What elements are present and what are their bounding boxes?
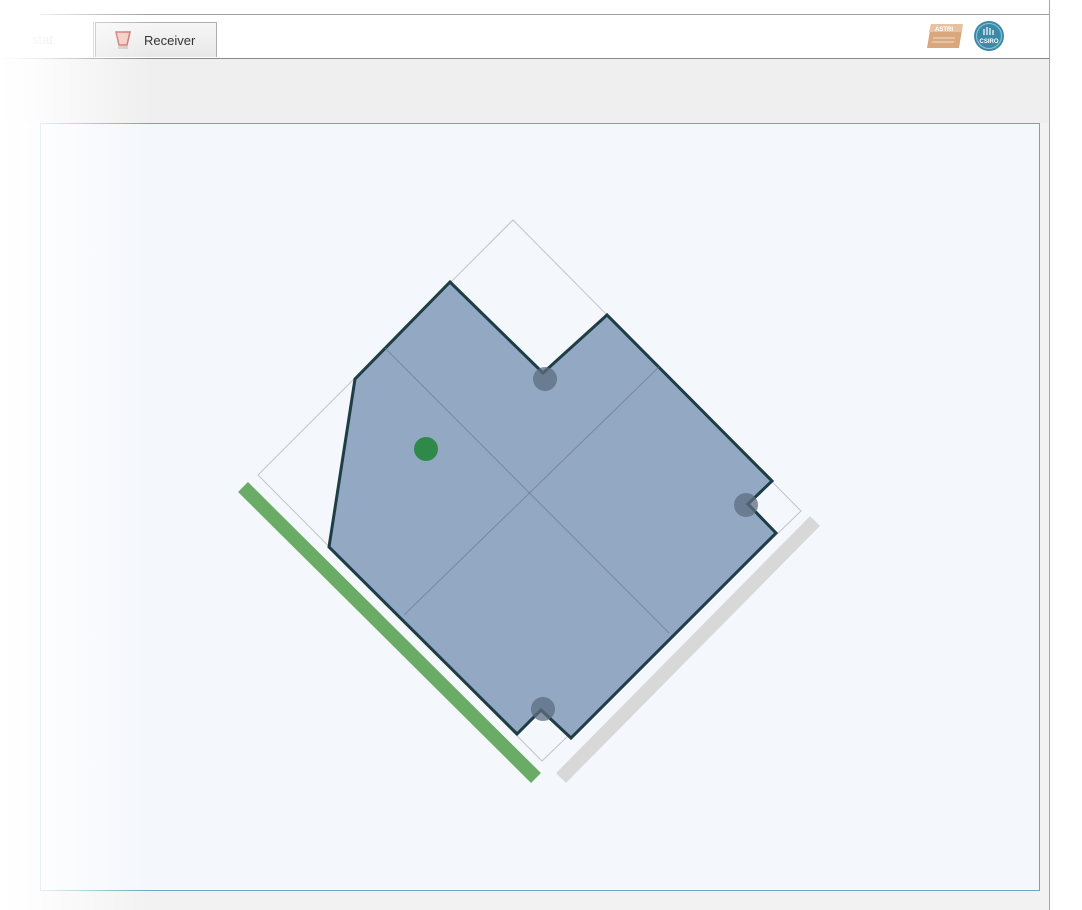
tab-bar: stat Receiver ASTRI CSIRO	[0, 0, 1049, 59]
tab-receiver[interactable]: Receiver	[95, 22, 217, 57]
csiro-logo-icon: CSIRO	[973, 20, 1005, 57]
drawing-canvas[interactable]	[40, 123, 1040, 891]
toolbar-area	[0, 59, 1049, 123]
handle-icon[interactable]	[734, 493, 758, 517]
handle-icon[interactable]	[531, 697, 555, 721]
csiro-logo-text: CSIRO	[979, 39, 998, 45]
window-right-edge	[1049, 0, 1082, 910]
astri-logo-icon: ASTRI	[925, 22, 965, 55]
handle-icon[interactable]	[533, 367, 557, 391]
tab-stat[interactable]: stat	[20, 22, 94, 57]
logo-area: ASTRI CSIRO	[925, 20, 1005, 57]
green-dot-icon[interactable]	[414, 437, 438, 461]
tab-stat-label: stat	[32, 32, 53, 47]
receiver-icon	[114, 30, 132, 50]
receiver-geometry-view[interactable]	[41, 124, 1040, 891]
tab-receiver-label: Receiver	[144, 32, 196, 48]
application-window: stat Receiver ASTRI CSIRO	[0, 0, 1082, 910]
receiver-polygon[interactable]	[327, 279, 779, 741]
tab-bar-divider	[40, 14, 1049, 15]
astri-logo-text: ASTRI	[935, 27, 953, 33]
